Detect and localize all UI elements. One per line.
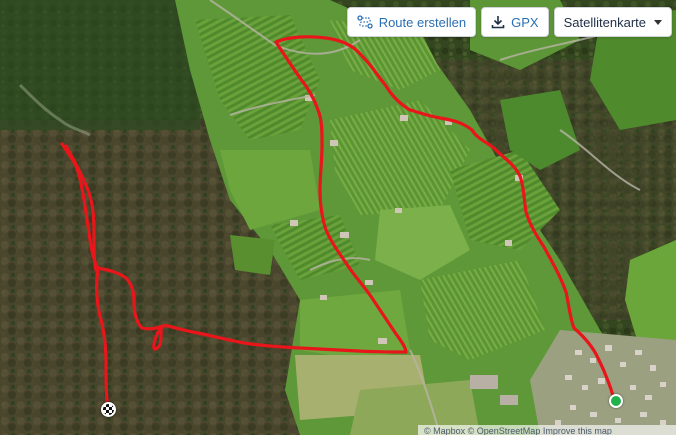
route-track bbox=[60, 35, 616, 411]
map-layer-label: Satellitenkarte bbox=[563, 14, 646, 30]
gpx-download-button[interactable]: GPX bbox=[481, 7, 549, 37]
create-route-button[interactable]: Route erstellen bbox=[346, 7, 477, 37]
finish-marker[interactable] bbox=[101, 402, 116, 417]
start-marker[interactable] bbox=[609, 394, 623, 408]
download-icon bbox=[491, 15, 505, 29]
gpx-label: GPX bbox=[511, 14, 539, 30]
map-toolbar: Route erstellen GPX Satellitenkarte bbox=[346, 7, 672, 37]
map-canvas[interactable]: Route erstellen GPX Satellitenkarte © Ma… bbox=[0, 0, 676, 435]
chevron-down-icon bbox=[654, 19, 662, 25]
map-attribution[interactable]: © Mapbox © OpenStreetMap Improve this ma… bbox=[418, 425, 676, 435]
create-route-label: Route erstellen bbox=[378, 14, 467, 30]
map-layer-select[interactable]: Satellitenkarte bbox=[553, 7, 672, 37]
route-icon bbox=[357, 15, 373, 29]
